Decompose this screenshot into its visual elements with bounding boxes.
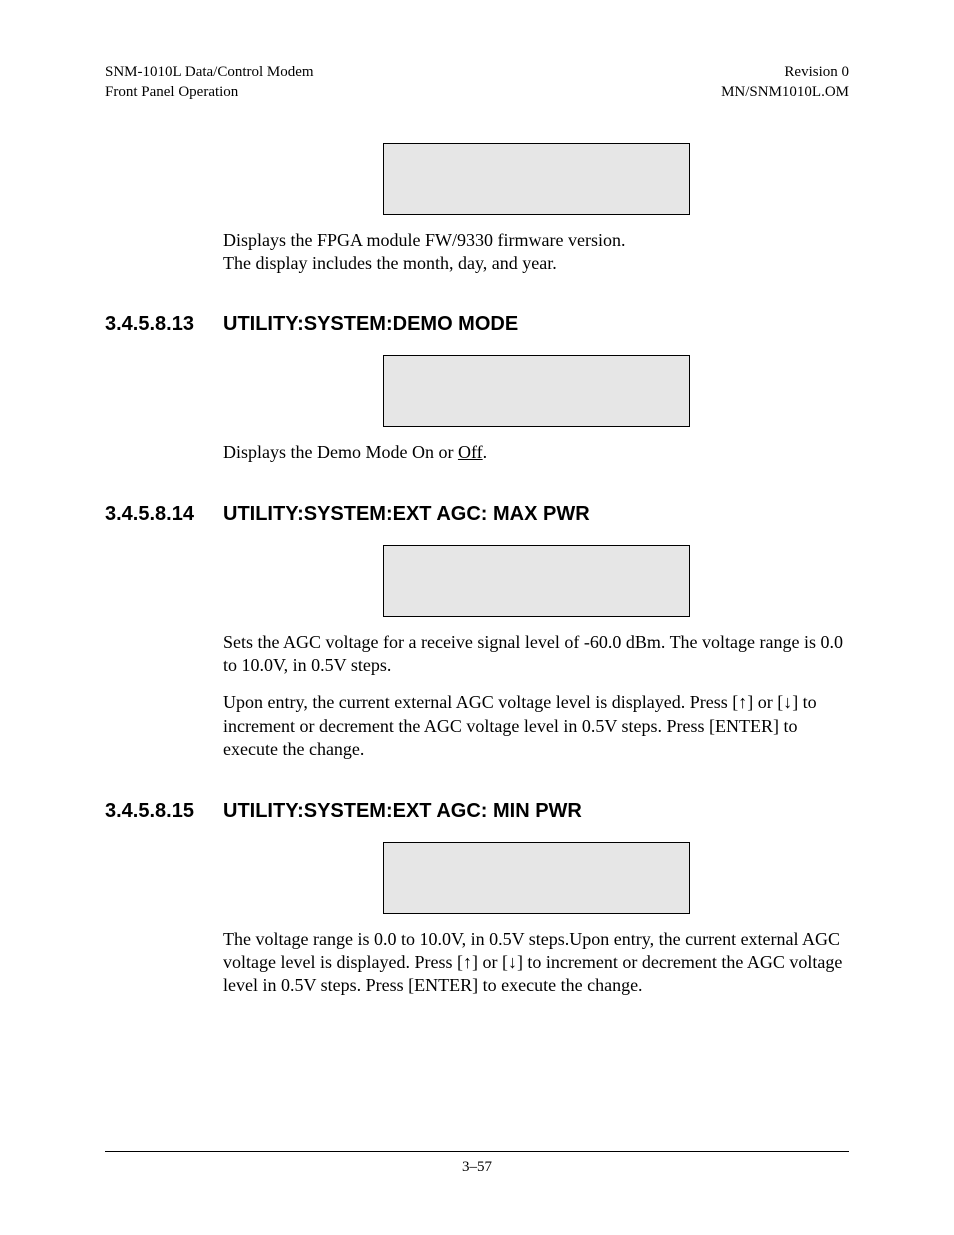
arrow-up-icon: ↑ bbox=[738, 692, 747, 712]
lcd-display-placeholder bbox=[383, 545, 690, 617]
agc-max-para1: Sets the AGC voltage for a receive signa… bbox=[223, 631, 849, 678]
lcd-display-placeholder bbox=[383, 355, 690, 427]
heading-ext-agc-max: 3.4.5.8.14 UTILITY:SYSTEM:EXT AGC: MAX P… bbox=[105, 501, 849, 527]
section-demo-mode-body: Displays the Demo Mode On or Off. bbox=[223, 355, 849, 464]
heading-number: 3.4.5.8.15 bbox=[105, 798, 223, 824]
section-fpga: Displays the FPGA module FW/9330 firmwar… bbox=[223, 143, 849, 276]
section-ext-agc-max-body: Sets the AGC voltage for a receive signa… bbox=[223, 545, 849, 762]
heading-title: UTILITY:SYSTEM:EXT AGC: MIN PWR bbox=[223, 798, 849, 824]
lcd-display-placeholder bbox=[383, 842, 690, 914]
agc-min-para: The voltage range is 0.0 to 10.0V, in 0.… bbox=[223, 928, 849, 998]
text-b: ] or [ bbox=[472, 952, 508, 972]
lcd-display-placeholder bbox=[383, 143, 690, 215]
text-b: ] or [ bbox=[747, 692, 783, 712]
heading-title: UTILITY:SYSTEM:DEMO MODE bbox=[223, 311, 849, 337]
heading-ext-agc-min: 3.4.5.8.15 UTILITY:SYSTEM:EXT AGC: MIN P… bbox=[105, 798, 849, 824]
text-a: Upon entry, the current external AGC vol… bbox=[223, 692, 738, 712]
section-fpga-text: Displays the FPGA module FW/9330 firmwar… bbox=[223, 229, 849, 276]
agc-max-para2: Upon entry, the current external AGC vol… bbox=[223, 691, 849, 761]
document-page: SNM-1010L Data/Control Modem Front Panel… bbox=[0, 0, 954, 1235]
fpga-line1: Displays the FPGA module FW/9330 firmwar… bbox=[223, 230, 625, 250]
header-left-line2: Front Panel Operation bbox=[105, 84, 238, 100]
header-right: Revision 0 MN/SNM1010L.OM bbox=[721, 62, 849, 103]
arrow-up-icon: ↑ bbox=[463, 952, 472, 972]
heading-title: UTILITY:SYSTEM:EXT AGC: MAX PWR bbox=[223, 501, 849, 527]
demo-mode-text: Displays the Demo Mode On or Off. bbox=[223, 441, 849, 464]
page-footer: 3–57 bbox=[105, 1151, 849, 1178]
footer-rule bbox=[105, 1151, 849, 1152]
page-number: 3–57 bbox=[105, 1158, 849, 1178]
arrow-down-icon: ↓ bbox=[508, 952, 517, 972]
text-pre: Displays the Demo Mode On or bbox=[223, 442, 458, 462]
fpga-line2: The display includes the month, day, and… bbox=[223, 253, 557, 273]
heading-number: 3.4.5.8.13 bbox=[105, 311, 223, 337]
header-right-line2: MN/SNM1010L.OM bbox=[721, 84, 849, 100]
text-post: . bbox=[483, 442, 488, 462]
section-ext-agc-min-body: The voltage range is 0.0 to 10.0V, in 0.… bbox=[223, 842, 849, 998]
header-left-line1: SNM-1010L Data/Control Modem bbox=[105, 64, 314, 80]
heading-number: 3.4.5.8.14 bbox=[105, 501, 223, 527]
text-underlined-off: Off bbox=[458, 442, 483, 462]
header-left: SNM-1010L Data/Control Modem Front Panel… bbox=[105, 62, 314, 103]
arrow-down-icon: ↓ bbox=[783, 692, 792, 712]
page-header: SNM-1010L Data/Control Modem Front Panel… bbox=[105, 62, 849, 103]
header-right-line1: Revision 0 bbox=[784, 64, 849, 80]
heading-demo-mode: 3.4.5.8.13 UTILITY:SYSTEM:DEMO MODE bbox=[105, 311, 849, 337]
